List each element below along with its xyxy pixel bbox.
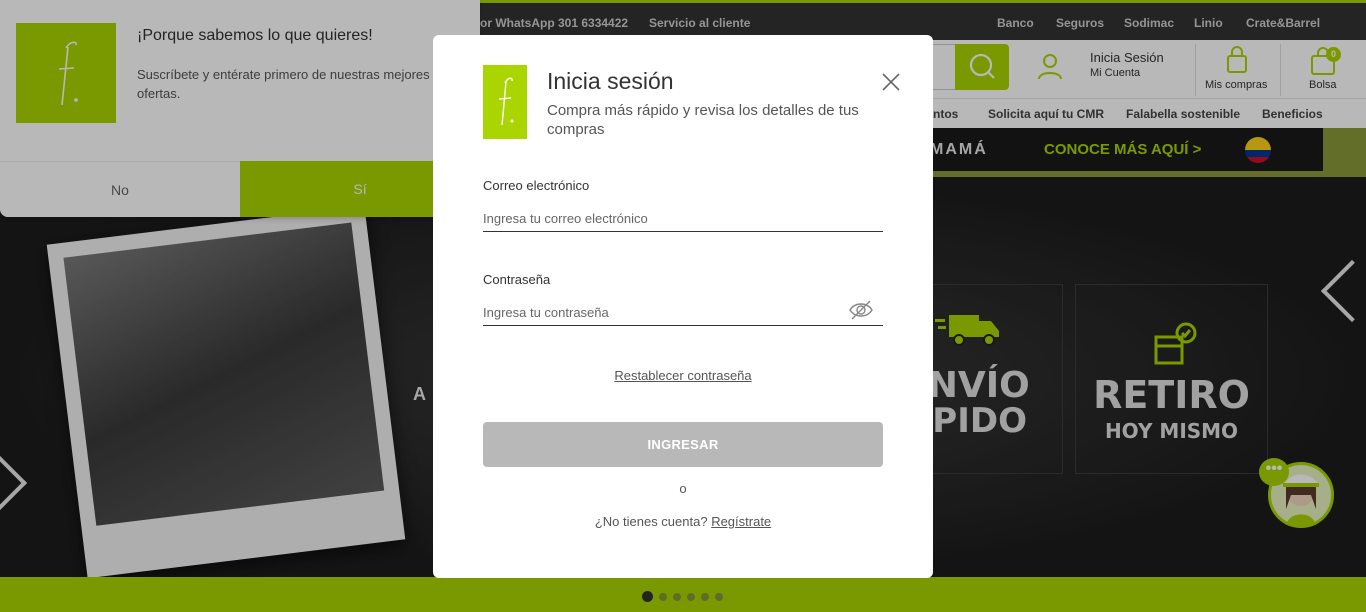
or-separator: o xyxy=(679,481,687,496)
modal-subtitle: Compra más rápido y revisa los detalles … xyxy=(547,102,859,138)
hide-password-icon[interactable] xyxy=(848,299,874,321)
login-modal: Inicia sesión Compra más rápido y revisa… xyxy=(433,35,933,578)
close-icon[interactable] xyxy=(880,71,902,93)
email-label: Correo electrónico xyxy=(483,178,590,193)
password-field[interactable] xyxy=(483,300,883,326)
password-label: Contraseña xyxy=(483,272,551,287)
login-submit-button[interactable]: INGRESAR xyxy=(483,422,883,467)
email-field[interactable] xyxy=(483,206,883,232)
reset-password-link[interactable]: Restablecer contraseña xyxy=(614,368,751,383)
modal-title: Inicia sesión xyxy=(547,68,674,94)
register-row: ¿No tienes cuenta? Regístrate xyxy=(433,514,933,529)
no-account-text: ¿No tienes cuenta? xyxy=(594,514,708,529)
reset-password-row: Restablecer contraseña xyxy=(433,368,933,383)
register-link[interactable]: Regístrate xyxy=(711,514,771,529)
falabella-logo xyxy=(483,65,527,139)
